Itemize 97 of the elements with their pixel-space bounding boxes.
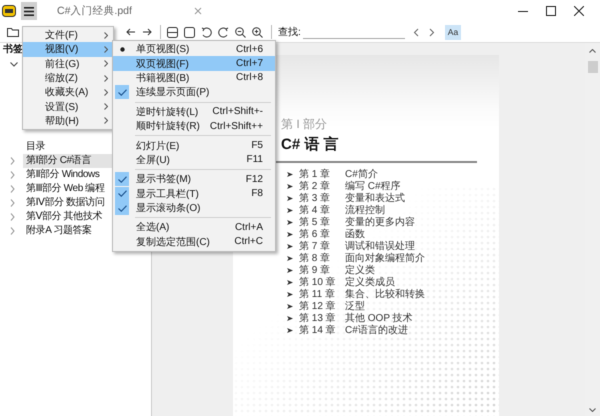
chapter-number: 第 2 章 xyxy=(299,180,332,192)
chapter-number: 第 1 章 xyxy=(299,168,332,180)
part-heading: 第 I 部分 xyxy=(281,116,328,133)
menu-icon xyxy=(24,6,34,16)
chapter-title: 编写 C#程序 xyxy=(345,180,401,192)
chapter-title: 变量和表达式 xyxy=(345,192,405,204)
menu-button[interactable] xyxy=(21,2,37,20)
chapter-title: 调试和错误处理 xyxy=(345,240,415,252)
chapter-number: 第 3 章 xyxy=(299,192,332,204)
chapter-number: 第 5 章 xyxy=(299,216,332,228)
chapter-title: C#简介 xyxy=(345,168,378,180)
forward-arrow-icon[interactable] xyxy=(142,28,152,36)
menu-item[interactable]: 顺时针旋转(R) Ctrl+Shift++ xyxy=(113,118,275,134)
bookmark-item[interactable]: 附录A 习题答案 xyxy=(23,224,95,238)
zoom-in-icon[interactable] xyxy=(252,26,263,38)
chapter-title: 函数 xyxy=(345,228,365,240)
chapter-title: 流程控制 xyxy=(345,204,385,216)
bookmark-item[interactable]: 第Ⅱ部分 Windows xyxy=(23,168,102,182)
scrollbar[interactable] xyxy=(585,43,600,416)
chapter-number: 第 6 章 xyxy=(299,228,332,240)
folder-icon[interactable] xyxy=(7,27,19,37)
previous-result-icon[interactable] xyxy=(412,28,419,36)
arrow-bullet-icon xyxy=(287,184,293,188)
chapter-title: 泛型 xyxy=(345,300,365,312)
menu-item[interactable]: 双页视图(F) Ctrl+7 xyxy=(113,56,275,71)
menu-item[interactable]: 显示滚动条(O) xyxy=(113,200,275,216)
menu-item[interactable]: 视图(V) xyxy=(23,42,113,57)
sidebar-title: 书签 xyxy=(3,43,23,57)
chapter-number: 第 10 章 xyxy=(299,276,337,288)
menu-item[interactable]: 全屏(U) F11 xyxy=(113,152,275,168)
arrow-bullet-icon xyxy=(287,196,293,200)
back-arrow-icon[interactable] xyxy=(126,28,136,36)
chevron-icon[interactable] xyxy=(10,62,18,67)
menu-item[interactable]: 前往(G) xyxy=(23,56,113,71)
fit-width-icon[interactable] xyxy=(167,26,178,38)
next-result-icon[interactable] xyxy=(428,28,435,36)
menu-item[interactable]: 显示书签(M) F12 xyxy=(113,172,275,187)
menu-item[interactable]: 书籍视图(B) Ctrl+8 xyxy=(113,70,275,86)
chapter-number: 第 4 章 xyxy=(299,204,332,216)
search-label: 查找: xyxy=(278,26,301,39)
scroll-thumb[interactable] xyxy=(588,61,598,73)
scroll-up-icon[interactable] xyxy=(589,49,596,53)
menu-item[interactable]: 复制选定范围(C) Ctrl+C xyxy=(113,234,275,250)
chapter-title: 变量的更多内容 xyxy=(345,216,415,229)
arrow-bullet-icon xyxy=(287,328,293,332)
chapter-number: 第 13 章 xyxy=(299,312,337,324)
arrow-bullet-icon xyxy=(287,268,293,272)
menu-item[interactable]: 收藏夹(A) xyxy=(23,85,113,100)
chapter-title: 面向对象编程简介 xyxy=(345,252,425,264)
maximize-icon[interactable] xyxy=(546,6,556,16)
chapter-title: C#语言的改进 xyxy=(345,324,408,337)
menu-item[interactable]: 全选(A) Ctrl+A xyxy=(113,220,275,235)
rotate-right-icon[interactable] xyxy=(218,26,229,38)
bookmark-item[interactable]: 第Ⅲ部分 Web 编程 xyxy=(23,182,108,196)
zoom-out-icon[interactable] xyxy=(235,26,246,38)
menu-item[interactable]: 显示工具栏(T) F8 xyxy=(113,186,275,201)
part-title: C# 语 言 xyxy=(281,135,340,154)
chapter-number: 第 8 章 xyxy=(299,252,332,264)
arrow-bullet-icon xyxy=(287,244,293,248)
menu-item[interactable]: 逆时针旋转(L) Ctrl+Shift+- xyxy=(113,104,275,119)
menu-item[interactable]: 设置(S) xyxy=(23,99,113,114)
close-tab-icon[interactable] xyxy=(194,7,202,15)
document-tab-title[interactable]: C#入门经典.pdf xyxy=(57,4,132,18)
chapter-number: 第 7 章 xyxy=(299,240,332,252)
app-logo-icon xyxy=(2,5,16,17)
arrow-bullet-icon xyxy=(287,292,293,296)
bookmark-item[interactable]: 第Ⅴ部分 其他技术 xyxy=(23,210,106,224)
menu-item[interactable]: 文件(F) xyxy=(23,28,113,42)
arrow-bullet-icon xyxy=(287,280,293,284)
menu-item[interactable]: 帮助(H) xyxy=(23,114,113,128)
chapter-title: 集合、比较和转换 xyxy=(345,288,425,300)
menu-item[interactable]: 连续显示页面(P) xyxy=(113,85,275,100)
menu-item[interactable]: 缩放(Z) xyxy=(23,70,113,86)
bookmark-item[interactable]: 目录 xyxy=(23,140,48,154)
chapter-number: 第 12 章 xyxy=(299,300,337,312)
arrow-bullet-icon xyxy=(287,316,293,320)
scroll-down-icon[interactable] xyxy=(589,408,596,412)
bookmark-item[interactable]: 第Ⅰ部分 C#语言 xyxy=(23,154,115,168)
arrow-bullet-icon xyxy=(287,208,293,212)
chapter-title: 其他 OOP 技术 xyxy=(345,312,413,324)
arrow-bullet-icon xyxy=(287,220,293,224)
arrow-bullet-icon xyxy=(287,172,293,176)
match-case-toggle[interactable]: Aa xyxy=(444,24,462,40)
bookmark-item[interactable]: 第Ⅳ部分 数据访问 xyxy=(23,196,108,210)
arrow-bullet-icon xyxy=(287,256,293,260)
arrow-bullet-icon xyxy=(287,304,293,308)
chapter-title: 定义类成员 xyxy=(345,276,395,288)
fit-page-icon[interactable] xyxy=(184,26,195,38)
close-icon[interactable] xyxy=(574,6,584,16)
arrow-bullet-icon xyxy=(287,232,293,236)
chapter-number: 第 11 章 xyxy=(299,288,336,300)
chapter-number: 第 14 章 xyxy=(299,324,337,337)
menu-item[interactable]: 幻灯片(E) F5 xyxy=(113,138,275,153)
chapter-title: 定义类 xyxy=(345,264,375,276)
rotate-left-icon[interactable] xyxy=(201,26,212,38)
chapter-number: 第 9 章 xyxy=(299,264,332,276)
menu-item[interactable]: 单页视图(S) Ctrl+6 xyxy=(113,42,275,56)
